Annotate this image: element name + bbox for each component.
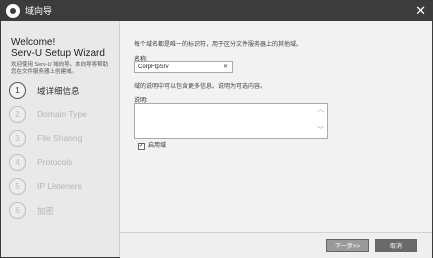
step-label: 域详细信息 [37, 86, 80, 96]
description-textarea[interactable] [134, 103, 328, 139]
wizard-window: 域向导 ✕ Welcome! Serv-U Setup Wizard 欢迎使用 … [0, 0, 433, 258]
chevron-up-icon[interactable]: ︿ [317, 106, 324, 114]
wizard-sidebar: Welcome! Serv-U Setup Wizard 欢迎使用 Serv-U… [1, 21, 120, 257]
step-ip-listeners: 5 IP Listeners [9, 178, 117, 198]
step-number: 3 [9, 130, 26, 147]
step-label: Protocols [37, 157, 73, 167]
wizard-description: 欢迎使用 Serv-U 域向导。本向导将帮助您在文件服务器上创建域。 [11, 62, 109, 75]
enable-domain-label[interactable]: 启用域 [148, 143, 166, 150]
step-number: 1 [9, 82, 26, 99]
wizard-subtitle: Serv-U Setup Wizard [11, 48, 105, 59]
wizard-footer: 下一步>> 取消 [120, 232, 432, 258]
step-label: File Sharing [37, 133, 83, 143]
window-title: 域向导 [25, 6, 53, 16]
enable-domain-checkbox[interactable]: ✓ [138, 143, 145, 150]
clear-icon[interactable]: ✕ [223, 62, 228, 72]
step-domain-details: 1 域详细信息 [9, 82, 117, 102]
close-icon[interactable]: ✕ [415, 3, 426, 19]
form-panel: 每个域名都是唯一的标识符，用于区分文件服务器上的其他域。 名称: ✕ 域的说明中… [120, 21, 432, 232]
next-button[interactable]: 下一步>> [326, 239, 369, 252]
welcome-heading: Welcome! [11, 37, 56, 48]
title-bar: 域向导 ✕ [1, 1, 432, 21]
step-label: 加密 [37, 206, 55, 216]
cancel-button[interactable]: 取消 [375, 239, 417, 252]
step-protocols: 4 Protocols [9, 154, 117, 174]
step-file-sharing: 3 File Sharing [9, 130, 117, 150]
domain-name-input[interactable] [134, 61, 233, 73]
step-number: 5 [9, 178, 26, 195]
chevron-down-icon[interactable]: ﹀ [317, 127, 324, 135]
step-label: IP Listeners [37, 181, 82, 191]
step-number: 2 [9, 106, 26, 123]
step-number: 4 [9, 154, 26, 171]
intro-text: 每个域名都是唯一的标识符，用于区分文件服务器上的其他域。 [134, 42, 303, 48]
step-number: 6 [9, 202, 26, 219]
description-note: 域的说明中可以包含更多信息。说明为可选内容。 [134, 84, 267, 90]
step-label: Domain Type [37, 109, 87, 119]
step-encryption: 6 加密 [9, 202, 117, 222]
serv-u-logo-icon [6, 4, 20, 18]
step-domain-type: 2 Domain Type [9, 106, 117, 126]
